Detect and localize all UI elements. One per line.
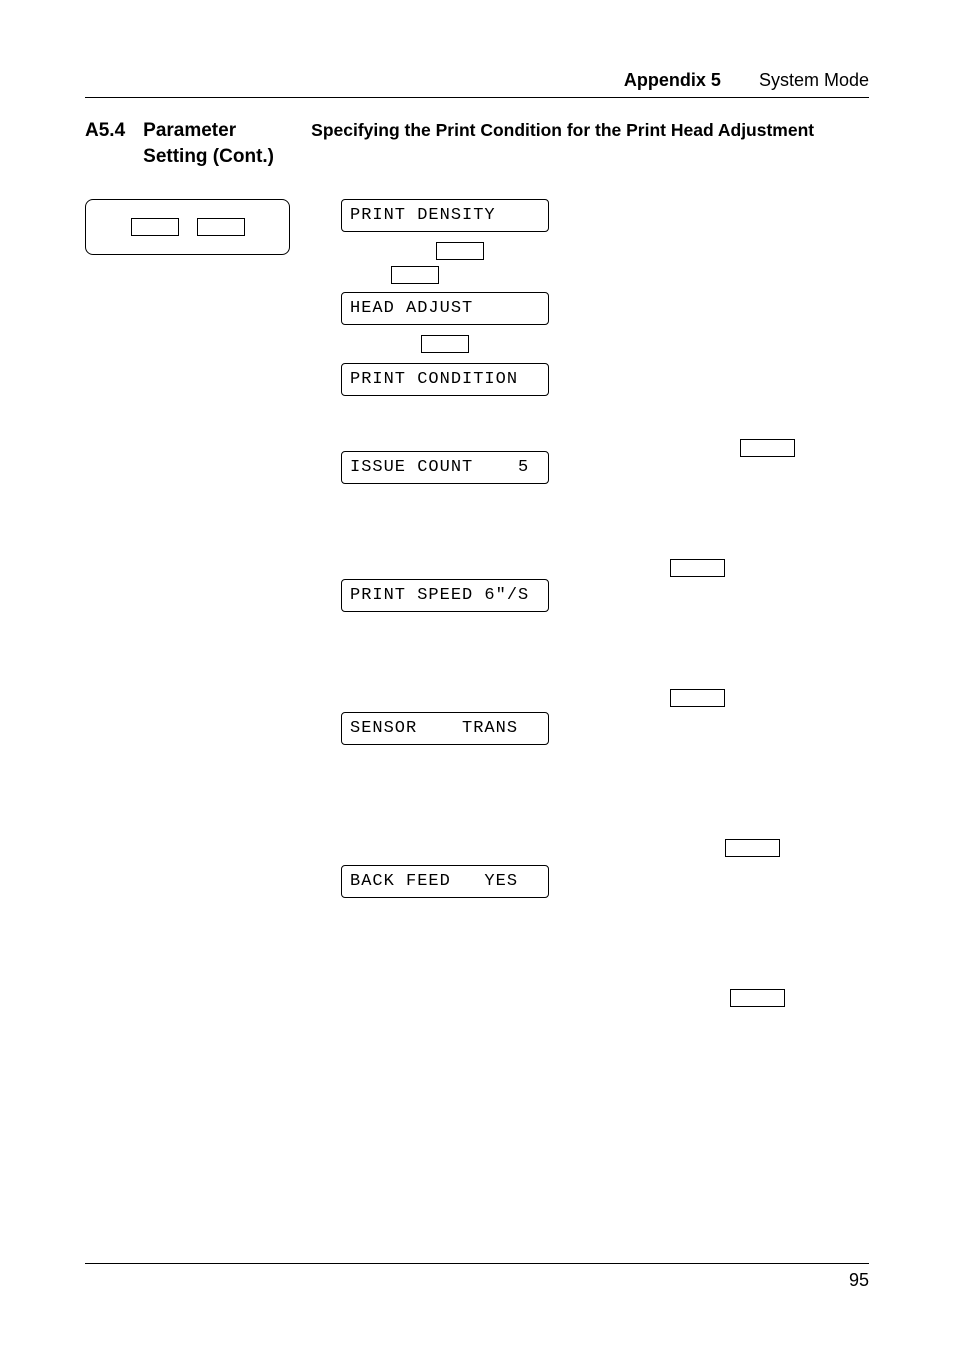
lcd-print-density: PRINT DENSITY	[341, 199, 549, 232]
key-rect	[730, 989, 785, 1007]
lcd-print-condition: PRINT CONDITION	[341, 363, 549, 396]
section-title-line2: Setting (Cont.)	[143, 146, 274, 167]
page-number: 95	[849, 1270, 869, 1290]
key-rect	[391, 266, 439, 284]
lcd-back-feed: BACK FEED YES	[341, 865, 549, 898]
spec-title: Specifying the Print Condition for the P…	[311, 118, 869, 141]
lcd-head-adjust: HEAD ADJUST	[341, 292, 549, 325]
key-rect	[670, 559, 725, 577]
mode-label: System Mode	[759, 70, 869, 90]
key-rect	[197, 218, 245, 236]
key-rect	[725, 839, 780, 857]
section-title-line1: Parameter	[143, 120, 236, 141]
page-header: Appendix 5 System Mode	[85, 70, 869, 98]
page-footer: 95	[85, 1263, 869, 1291]
section-title: Parameter Setting (Cont.)	[143, 118, 293, 169]
lcd-issue-count: ISSUE COUNT 5	[341, 451, 549, 484]
key-rect	[740, 439, 795, 457]
appendix-label: Appendix 5	[624, 70, 721, 90]
lcd-print-speed: PRINT SPEED 6"/S	[341, 579, 549, 612]
key-rect	[670, 689, 725, 707]
left-panel-box	[85, 199, 290, 255]
lcd-sensor: SENSOR TRANS	[341, 712, 549, 745]
key-rect	[421, 335, 469, 353]
key-rect	[436, 242, 484, 260]
key-rect	[131, 218, 179, 236]
section-number: A5.4	[85, 118, 125, 142]
